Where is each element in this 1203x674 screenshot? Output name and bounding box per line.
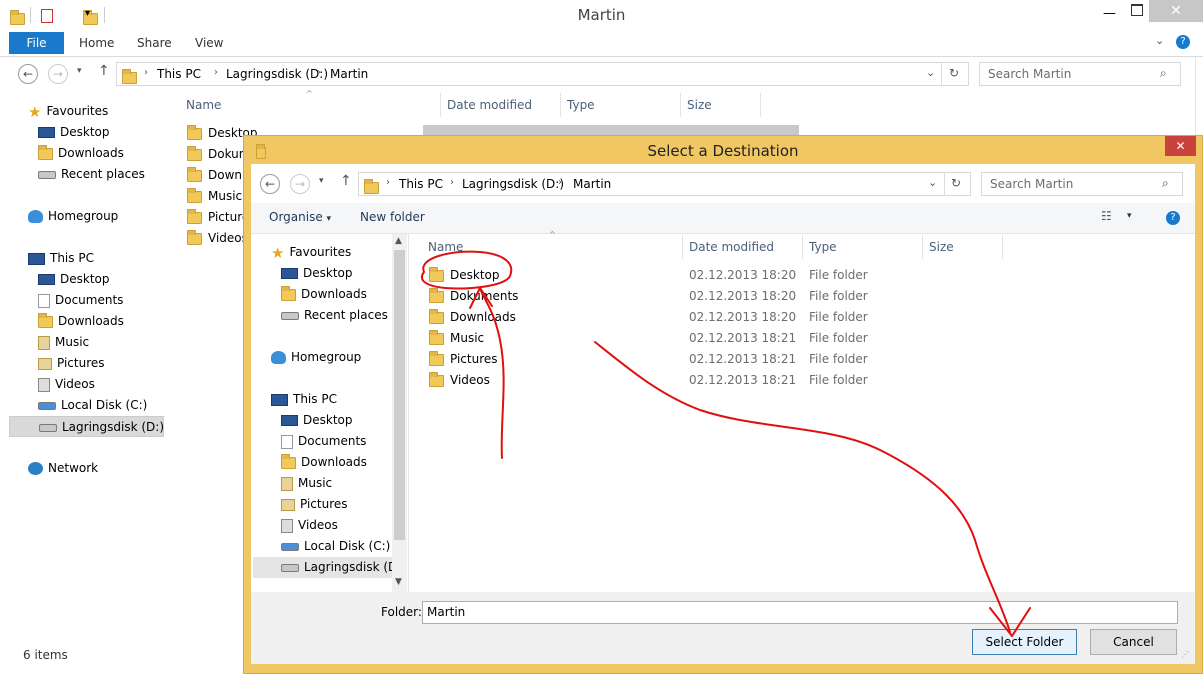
annotation-overlay bbox=[420, 250, 1031, 637]
annotation-curve bbox=[594, 341, 1011, 633]
annotation-circle bbox=[420, 250, 513, 290]
annotation-arrow-up bbox=[479, 287, 505, 459]
